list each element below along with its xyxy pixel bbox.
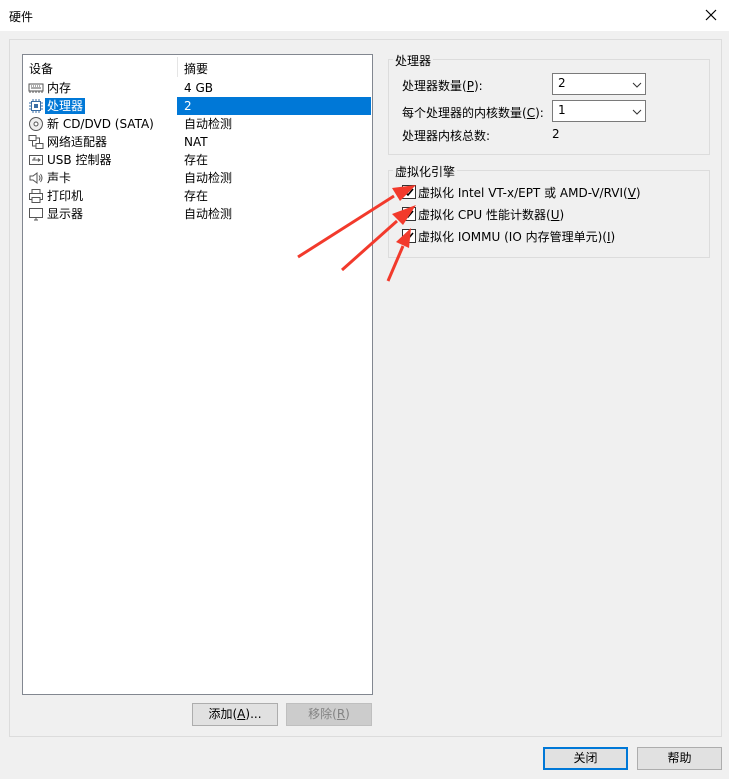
cores-per-processor-label: 每个处理器的内核数量(C): [402,104,544,121]
total-cores-value: 2 [552,127,560,141]
remove-button-label: 移除( [308,707,337,721]
cpu-perf-label-text: 虚拟化 CPU 性能计数器( [418,208,551,222]
remove-button-label-suffix: ) [345,707,350,721]
processor-icon [28,98,44,114]
sound-card-icon [28,170,44,186]
total-cores-label: 处理器内核总数: [402,129,491,143]
checkmark-icon [404,188,414,197]
iommu-label-text: 虚拟化 IOMMU (IO 内存管理单元)( [418,230,607,244]
device-name: USB 控制器 [47,153,112,167]
device-summary: 自动检测 [184,171,233,185]
processor-group-title: 处理器 [393,52,434,69]
cd-dvd-icon [28,116,44,132]
device-row-display[interactable]: 显示器 自动检测 [23,205,372,223]
device-name: 声卡 [47,171,72,185]
device-name: 显示器 [47,207,84,221]
device-row-sound-card[interactable]: 声卡 自动检测 [23,169,372,187]
column-header-device[interactable]: 设备 [29,60,53,77]
processor-count-label-suffix: ): [473,79,483,93]
cpu-perf-label-suffix: ) [559,208,565,222]
device-summary: 4 GB [184,81,213,95]
cores-label-accesskey: C [526,106,536,120]
device-summary: 2 [184,99,192,113]
processor-count-value: 2 [558,76,566,90]
network-adapter-icon [28,134,44,150]
vtx-ept-label-text: 虚拟化 Intel VT-x/EPT 或 AMD-V/RVI( [418,186,628,200]
checkmark-icon [404,210,414,219]
cores-label-suffix: ): [535,106,544,120]
memory-icon [28,80,44,96]
processor-count-label: 处理器数量(P): [402,77,483,94]
close-button[interactable]: 关闭 [543,747,628,770]
add-button-label-suffix: )... [245,707,262,721]
device-row-processor[interactable]: 处理器 2 [23,97,372,115]
cores-per-processor-value: 1 [558,103,566,117]
device-name: 网络适配器 [47,135,108,149]
device-name: 打印机 [47,189,84,203]
iommu-checkbox[interactable] [402,229,416,243]
remove-device-button[interactable]: 移除(R) [286,703,372,726]
device-row-usb-controller[interactable]: USB 控制器 存在 [23,151,372,169]
cpu-perf-accesskey: U [550,208,560,222]
cpu-perf-counters-checkbox[interactable] [402,207,416,221]
processor-count-label-text: 处理器数量( [402,79,467,93]
remove-button-accesskey: R [336,707,346,721]
add-button-label: 添加( [208,707,238,721]
device-row-printer[interactable]: 打印机 存在 [23,187,372,205]
device-list-header: 设备 摘要 [23,55,372,79]
column-divider[interactable] [177,57,178,77]
device-summary: NAT [184,135,208,149]
iommu-label[interactable]: 虚拟化 IOMMU (IO 内存管理单元)(I) [418,228,615,245]
vtx-ept-checkbox[interactable] [402,185,416,199]
iommu-label-suffix: ) [610,230,616,244]
checkmark-icon [404,232,414,241]
device-list[interactable]: 设备 摘要 内存 4 GB 处理器 2 新 CD/DVD (SATA) 自动检测… [22,54,373,695]
chevron-down-icon [632,79,642,89]
close-window-icon[interactable] [699,2,723,28]
cpu-perf-counters-label[interactable]: 虚拟化 CPU 性能计数器(U) [418,206,564,223]
device-summary: 自动检测 [184,207,233,221]
vtx-ept-accesskey: V [627,186,636,200]
device-summary: 自动检测 [184,117,233,131]
title-bar: 硬件 [0,0,729,31]
device-row-memory[interactable]: 内存 4 GB [23,79,372,97]
vtx-ept-label[interactable]: 虚拟化 Intel VT-x/EPT 或 AMD-V/RVI(V) [418,184,641,201]
add-device-button[interactable]: 添加(A)... [192,703,278,726]
help-button[interactable]: 帮助 [637,747,722,770]
device-name: 新 CD/DVD (SATA) [47,117,154,131]
processor-count-accesskey: P [466,79,474,93]
usb-controller-icon [28,152,44,168]
cores-per-processor-select[interactable]: 1 [552,100,646,122]
device-row-network-adapter[interactable]: 网络适配器 NAT [23,133,372,151]
cores-label-text: 每个处理器的内核数量( [402,106,527,120]
device-row-cd-dvd[interactable]: 新 CD/DVD (SATA) 自动检测 [23,115,372,133]
device-name: 处理器 [45,98,86,114]
device-name: 内存 [47,81,72,95]
display-icon [28,206,44,222]
processor-count-select[interactable]: 2 [552,73,646,95]
window-title: 硬件 [9,10,34,24]
vtx-ept-label-suffix: ) [635,186,641,200]
selection-highlight [177,97,371,115]
device-summary: 存在 [184,153,209,167]
device-summary: 存在 [184,189,209,203]
printer-icon [28,188,44,204]
chevron-down-icon [632,106,642,116]
column-header-summary[interactable]: 摘要 [184,60,208,77]
virtualization-group-title: 虚拟化引擎 [393,163,458,180]
